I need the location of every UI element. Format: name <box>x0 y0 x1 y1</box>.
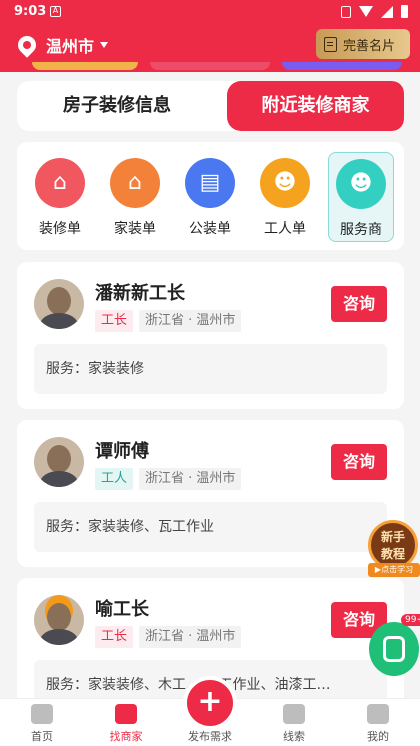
worker-icon: ☻ <box>260 158 310 208</box>
avatar <box>34 595 84 645</box>
status-bar: 9:03 A <box>0 0 420 24</box>
role-badge: 工长 <box>95 626 134 648</box>
house-people-icon: ⌂ <box>35 158 85 208</box>
plus-icon: + <box>197 684 223 719</box>
nav-label: 找商家 <box>109 730 143 743</box>
shop-icon: ▤ <box>185 158 235 208</box>
tutorial-line-2: 教程 <box>380 547 405 561</box>
battery-icon <box>401 5 408 18</box>
nav-label: 首页 <box>31 730 53 743</box>
category-label: 工人单 <box>264 221 306 237</box>
tab-house-info[interactable]: 房子装修信息 <box>17 81 217 131</box>
phone-call-button[interactable]: 99+ <box>369 614 420 676</box>
avatar <box>34 279 84 329</box>
region-badge: 浙江省 · 温州市 <box>139 626 242 648</box>
status-time: 9:03 <box>14 4 47 19</box>
region-badge: 浙江省 · 温州市 <box>139 468 242 490</box>
tab-nearby-merchants[interactable]: 附近装修商家 <box>227 81 404 131</box>
merchant-card[interactable]: 潘新新工长 工长 浙江省 · 温州市 咨询 服务：家装装修 <box>17 262 404 409</box>
consult-button[interactable]: 咨询 <box>331 444 387 480</box>
nav-find-merchant[interactable]: 找商家 <box>84 699 168 746</box>
category-decoration-orders[interactable]: ⌂ 装修单 <box>27 152 93 242</box>
dropdown-caret-icon <box>100 42 109 48</box>
location-pin-icon <box>14 32 40 58</box>
nav-mine[interactable]: 我的 <box>336 699 420 746</box>
role-badge: 工人 <box>95 468 134 490</box>
person-icon <box>367 704 389 724</box>
location-selector[interactable]: 温州市 <box>14 32 109 58</box>
complete-card-button[interactable]: 完善名片 <box>316 29 410 59</box>
document-icon <box>283 704 305 724</box>
category-label: 家装单 <box>114 221 156 237</box>
category-home-orders[interactable]: ⌂ 家装单 <box>102 152 168 242</box>
consult-button[interactable]: 咨询 <box>331 286 387 322</box>
find-merchant-icon <box>115 704 137 724</box>
tutorial-strip: ▶点击学习 <box>368 563 420 577</box>
notification-a-icon: A <box>50 6 61 17</box>
banner-peek-1[interactable] <box>32 62 138 70</box>
merchant-tags: 工长 浙江省 · 温州市 <box>95 310 242 332</box>
banner-peek-3[interactable] <box>282 62 402 70</box>
category-worker-orders[interactable]: ☻ 工人单 <box>252 152 318 242</box>
tab-bar: 房子装修信息 附近装修商家 <box>17 81 404 131</box>
merchant-name: 潘新新工长 <box>95 283 185 304</box>
service-provider-icon: ☻ <box>336 159 386 209</box>
merchant-tags: 工长 浙江省 · 温州市 <box>95 626 242 648</box>
home-icon: ⌂ <box>110 158 160 208</box>
signal-icon <box>381 5 393 18</box>
nav-label: 我的 <box>367 730 389 743</box>
wifi-icon <box>359 6 373 17</box>
category-label: 服务商 <box>340 222 382 238</box>
service-description: 服务：家装装修 <box>34 344 387 394</box>
banner-peek-2[interactable] <box>150 62 270 70</box>
status-icons <box>341 5 408 18</box>
nav-home[interactable]: 首页 <box>0 699 84 746</box>
category-label: 装修单 <box>39 221 81 237</box>
vibrate-icon <box>341 5 351 18</box>
category-label: 公装单 <box>189 221 231 237</box>
phone-count-badge: 99+ <box>401 614 420 626</box>
merchant-name: 喻工长 <box>95 599 149 620</box>
category-service-providers[interactable]: ☻ 服务商 <box>328 152 394 242</box>
nav-label: 发布需求 <box>188 730 232 743</box>
category-row: ⌂ 装修单 ⌂ 家装单 ▤ 公装单 ☻ 工人单 ☻ 服务商 <box>17 142 404 250</box>
service-description: 服务：家装装修、瓦工作业 <box>34 502 387 552</box>
nav-label: 线索 <box>283 730 305 743</box>
city-label: 温州市 <box>46 37 95 56</box>
category-commercial-orders[interactable]: ▤ 公装单 <box>177 152 243 242</box>
region-badge: 浙江省 · 温州市 <box>139 310 242 332</box>
avatar <box>34 437 84 487</box>
merchant-tags: 工人 浙江省 · 温州市 <box>95 468 242 490</box>
nav-leads[interactable]: 线索 <box>252 699 336 746</box>
complete-card-label: 完善名片 <box>343 38 396 54</box>
document-icon <box>324 36 337 52</box>
beginner-tutorial-button[interactable]: 新手 教程 ▶点击学习 <box>368 520 420 580</box>
post-request-button[interactable]: + <box>183 676 237 730</box>
home-icon <box>31 704 53 724</box>
merchant-name: 谭师傅 <box>95 441 149 462</box>
tutorial-line-1: 新手 <box>380 530 405 544</box>
phone-icon <box>383 636 405 662</box>
role-badge: 工长 <box>95 310 134 332</box>
merchant-card[interactable]: 谭师傅 工人 浙江省 · 温州市 咨询 服务：家装装修、瓦工作业 <box>17 420 404 567</box>
